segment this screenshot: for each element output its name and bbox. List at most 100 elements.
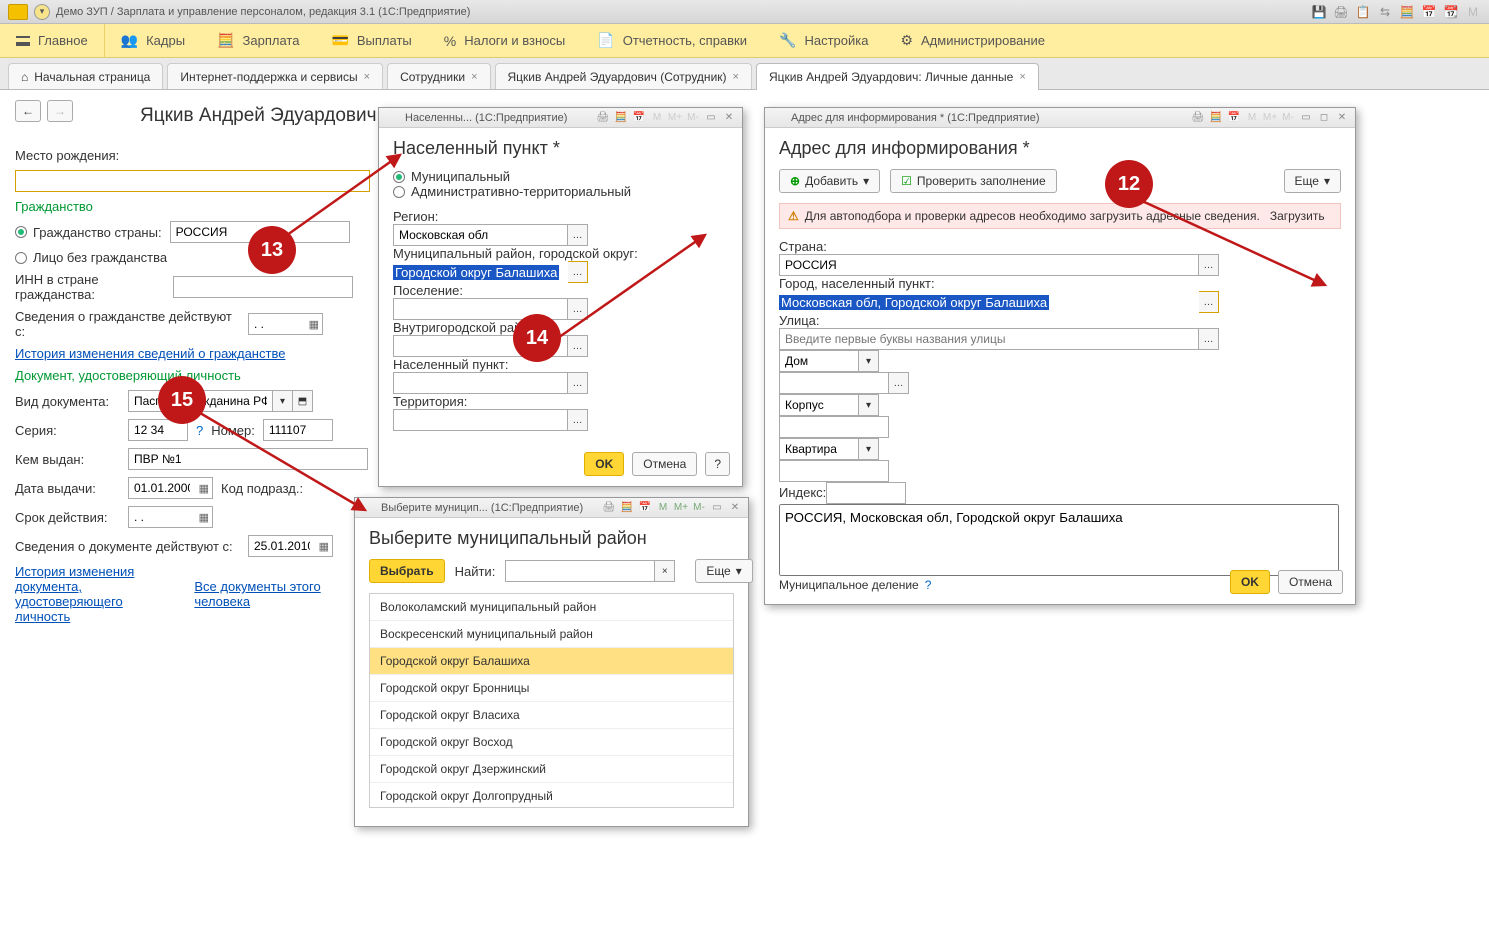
tab-employee-card[interactable]: Яцкив Андрей Эдуардович (Сотрудник)× xyxy=(495,63,752,89)
calendar-icon[interactable]: ▦ xyxy=(199,482,209,495)
district-select-button[interactable]: Выбрать xyxy=(369,559,445,583)
ellipsis-icon[interactable]: … xyxy=(568,372,588,394)
m-icon[interactable]: M xyxy=(650,111,664,125)
print-icon[interactable]: 🖨 xyxy=(596,111,610,125)
ellipsis-icon[interactable]: … xyxy=(889,372,909,394)
menu-admin[interactable]: ⚙Администрирование xyxy=(884,24,1061,58)
calc-icon[interactable]: 🧮 xyxy=(614,111,628,125)
calendar-icon[interactable]: ▦ xyxy=(199,511,209,524)
calc-icon[interactable]: 🧮 xyxy=(620,501,634,515)
number-input[interactable] xyxy=(263,419,333,441)
menu-personnel[interactable]: 👥Кадры xyxy=(105,24,201,58)
close-icon[interactable]: ✕ xyxy=(728,501,742,515)
tb-m-icon[interactable]: M xyxy=(1465,4,1481,20)
list-item[interactable]: Городской округ Долгопрудный xyxy=(370,783,733,808)
nav-forward-button[interactable]: → xyxy=(47,100,73,122)
address-text-area[interactable] xyxy=(779,504,1339,576)
address-cancel-button[interactable]: Отмена xyxy=(1278,570,1343,594)
ellipsis-icon[interactable]: … xyxy=(568,298,588,320)
list-item[interactable]: Городской округ Бронницы xyxy=(370,675,733,702)
issued-by-input[interactable] xyxy=(128,448,368,470)
modal-address-titlebar[interactable]: Адрес для информирования * (1С:Предприят… xyxy=(765,108,1355,128)
locality-sub-input[interactable] xyxy=(393,372,568,394)
doc-history-link[interactable]: История изменения документа, удостоверяю… xyxy=(15,564,180,624)
district-more-button[interactable]: Еще ▾ xyxy=(695,559,752,583)
clear-icon[interactable]: × xyxy=(655,560,675,582)
tb-save-icon[interactable]: 💾 xyxy=(1311,4,1327,20)
region-input[interactable] xyxy=(393,224,568,246)
minimize-icon[interactable]: ▭ xyxy=(710,501,724,515)
mplus-icon[interactable]: M+ xyxy=(674,501,688,515)
menu-payments[interactable]: 💳Выплаты xyxy=(315,24,427,58)
mminus-icon[interactable]: M- xyxy=(1281,111,1295,125)
load-classifier-link[interactable]: Загрузить xyxy=(1270,209,1325,223)
mminus-icon[interactable]: M- xyxy=(692,501,706,515)
calc-icon[interactable]: 🧮 xyxy=(1209,111,1223,125)
district-list[interactable]: Волоколамский муниципальный район Воскре… xyxy=(369,593,734,808)
district-input[interactable]: Городской округ Балашиха xyxy=(393,261,568,283)
ellipsis-icon[interactable]: … xyxy=(568,261,588,283)
list-item[interactable]: Городской округ Власиха xyxy=(370,702,733,729)
tab-home[interactable]: ⌂Начальная страница xyxy=(8,63,163,89)
close-icon[interactable]: × xyxy=(1019,71,1025,83)
close-icon[interactable]: ✕ xyxy=(722,111,736,125)
tab-personal-data[interactable]: Яцкив Андрей Эдуардович: Личные данные× xyxy=(756,63,1039,89)
all-docs-link[interactable]: Все документы этого человека xyxy=(194,579,375,609)
close-icon[interactable]: × xyxy=(733,71,739,83)
index-input[interactable] xyxy=(826,482,906,504)
building-value-input[interactable] xyxy=(779,416,889,438)
radio-stateless[interactable]: Лицо без гражданства xyxy=(15,250,167,265)
ellipsis-icon[interactable]: … xyxy=(568,224,588,246)
help-icon[interactable]: ? xyxy=(196,423,203,438)
open-icon[interactable]: ⬒ xyxy=(293,390,313,412)
list-item[interactable]: Городской округ Восход xyxy=(370,729,733,756)
ellipsis-icon[interactable]: … xyxy=(1199,328,1219,350)
minimize-icon[interactable]: ▭ xyxy=(1299,111,1313,125)
tb-clipboard-icon[interactable]: 📋 xyxy=(1355,4,1371,20)
building-type-select[interactable] xyxy=(779,394,859,416)
menu-main[interactable]: Главное xyxy=(0,24,105,58)
modal-district-titlebar[interactable]: Выберите муницип... (1С:Предприятие) 🖨 🧮… xyxy=(355,498,748,518)
ellipsis-icon[interactable]: … xyxy=(1199,291,1219,313)
calendar-icon[interactable]: 📅 xyxy=(638,501,652,515)
citizenship-history-link[interactable]: История изменения сведений о гражданстве xyxy=(15,346,285,361)
list-item-selected[interactable]: Городской округ Балашиха xyxy=(370,648,733,675)
print-icon[interactable]: 🖨 xyxy=(1191,111,1205,125)
calendar-icon[interactable]: 📅 xyxy=(1227,111,1241,125)
address-check-button[interactable]: ☑Проверить заполнение xyxy=(890,169,1057,193)
close-icon[interactable]: × xyxy=(364,71,370,83)
help-icon[interactable]: ? xyxy=(925,578,932,592)
address-add-button[interactable]: ⊕Добавить ▾ xyxy=(779,169,880,193)
list-item[interactable]: Волоколамский муниципальный район xyxy=(370,594,733,621)
house-value-input[interactable] xyxy=(779,372,889,394)
tab-support[interactable]: Интернет-поддержка и сервисы× xyxy=(167,63,383,89)
district-find-input[interactable] xyxy=(505,560,655,582)
list-item[interactable]: Воскресенский муниципальный район xyxy=(370,621,733,648)
address-more-button[interactable]: Еще ▾ xyxy=(1284,169,1341,193)
ellipsis-icon[interactable]: … xyxy=(1199,254,1219,276)
tb-calc-icon[interactable]: 🧮 xyxy=(1399,4,1415,20)
calendar-icon[interactable]: 📅 xyxy=(632,111,646,125)
ellipsis-icon[interactable]: … xyxy=(568,335,588,357)
radio-municipal[interactable]: Муниципальный xyxy=(393,169,728,184)
birthplace-input[interactable] xyxy=(15,170,370,192)
m-icon[interactable]: M xyxy=(656,501,670,515)
calendar-icon[interactable]: ▦ xyxy=(319,540,329,553)
close-icon[interactable]: × xyxy=(471,71,477,83)
tab-employees[interactable]: Сотрудники× xyxy=(387,63,490,89)
city-input[interactable]: Московская обл, Городской округ Балашиха xyxy=(779,291,1199,313)
maximize-icon[interactable]: ◻ xyxy=(1317,111,1331,125)
mplus-icon[interactable]: M+ xyxy=(1263,111,1277,125)
dropdown-icon[interactable]: ▾ xyxy=(273,390,293,412)
locality-help-button[interactable]: ? xyxy=(705,452,730,476)
tb-print-icon[interactable]: 🖨 xyxy=(1333,4,1349,20)
menu-reports[interactable]: 📄Отчетность, справки xyxy=(581,24,763,58)
inn-input[interactable] xyxy=(173,276,353,298)
tb-calendar2-icon[interactable]: 📆 xyxy=(1443,4,1459,20)
dropdown-icon[interactable]: ▾ xyxy=(859,438,879,460)
mminus-icon[interactable]: M- xyxy=(686,111,700,125)
tb-compare-icon[interactable]: ⇆ xyxy=(1377,4,1393,20)
system-menu-dropdown[interactable]: ▾ xyxy=(34,4,50,20)
house-type-select[interactable] xyxy=(779,350,859,372)
locality-cancel-button[interactable]: Отмена xyxy=(632,452,697,476)
